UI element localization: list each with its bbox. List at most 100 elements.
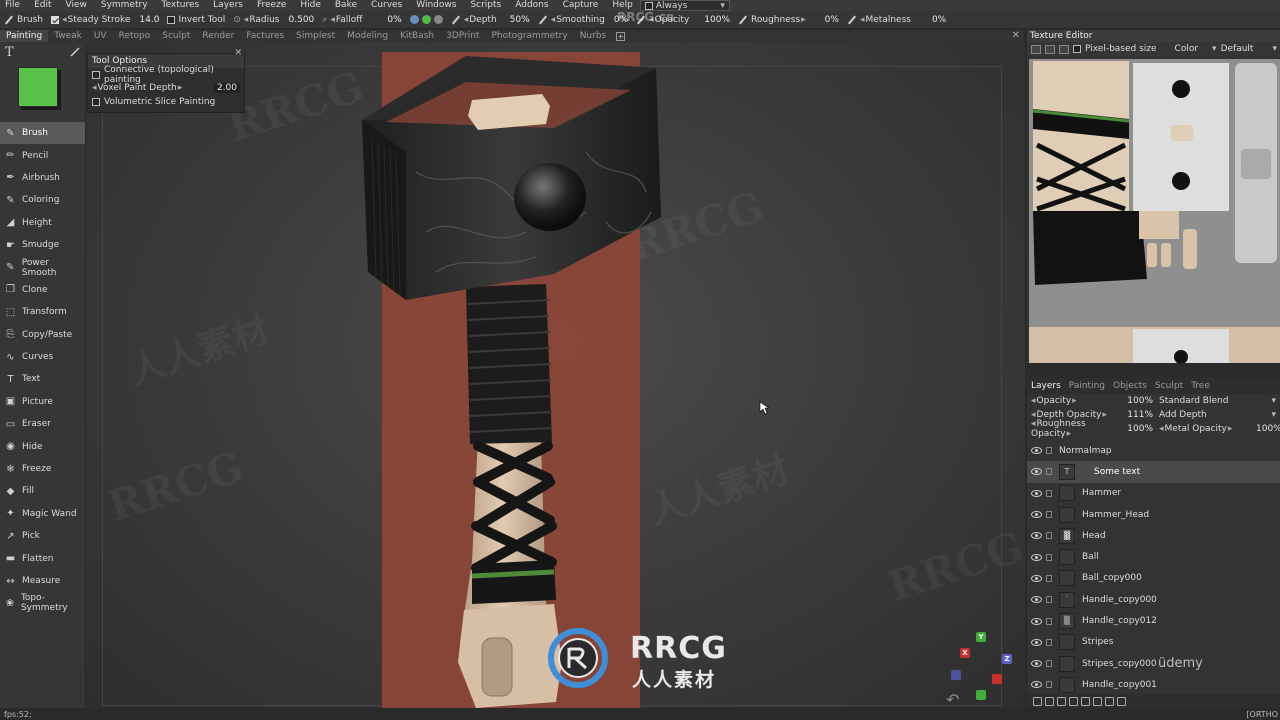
tool-brush[interactable]: ✎ Brush [0,122,85,145]
tab-3dprint[interactable]: 3DPrint [440,30,485,42]
roughness-opacity-value[interactable]: 100% [1127,424,1153,434]
eye-icon[interactable] [1031,638,1042,646]
voxel-paint-depth-option[interactable]: Voxel Paint Depth 2.00 [88,82,244,96]
close-icon[interactable]: ✕ [1012,30,1020,42]
layers-tab-tree[interactable]: Tree [1187,381,1214,391]
tool-copy-paste[interactable]: ⎘ Copy/Paste [0,324,85,346]
depth-opacity-value[interactable]: 111% [1127,410,1153,420]
menu-hide[interactable]: Hide [293,0,328,11]
menu-scripts[interactable]: Scripts [463,0,508,11]
close-icon[interactable]: ✕ [234,48,242,58]
layers-tab-layers[interactable]: Layers [1027,381,1065,391]
tool-coloring[interactable]: ✎ Coloring [0,189,85,211]
lock-icon[interactable] [1046,681,1052,689]
voxel-depth-value[interactable]: 2.00 [214,83,240,94]
volumetric-checkbox[interactable] [92,97,100,106]
tool-magic-wand[interactable]: ✦ Magic Wand [0,503,85,525]
metalness-value[interactable]: 0% [914,15,946,25]
connective-checkbox[interactable] [92,70,100,79]
tool-fill[interactable]: ◆ Fill [0,480,85,502]
menu-edit[interactable]: Edit [27,0,58,11]
layer-opacity-row[interactable]: Opacity 100% Standard Blend ▾ [1027,394,1280,408]
tab-nurbs[interactable]: Nurbs [574,30,613,42]
tab-modeling[interactable]: Modeling [341,30,394,42]
menu-layers[interactable]: Layers [206,0,250,11]
fit-icon[interactable] [1031,44,1041,54]
eye-icon[interactable] [1031,532,1042,540]
roughness-value[interactable]: 0% [809,15,839,25]
material-balls[interactable] [406,11,447,28]
home-icon[interactable] [1045,44,1055,54]
tool-text[interactable]: T Text [0,368,85,390]
tool-transform[interactable]: ⬚ Transform [0,301,85,323]
gizmo-neg-z[interactable] [951,670,961,680]
uv-texture-canvas[interactable] [1029,59,1280,363]
menu-textures[interactable]: Textures [155,0,207,11]
connective-painting-option[interactable]: Connective (topological) painting [88,65,244,85]
tool-hide[interactable]: ◉ Hide [0,435,85,457]
eye-icon[interactable] [1031,574,1042,582]
layer-row[interactable]: ▓ Head [1027,525,1280,546]
eye-icon[interactable] [1031,489,1042,497]
material-ball-icon[interactable] [409,15,419,24]
depth-value[interactable]: 50% [500,15,530,25]
tool-height[interactable]: ◢ Height [0,212,85,234]
eye-icon[interactable] [1031,596,1042,604]
metalness-control[interactable]: Metalness 0% [843,11,950,28]
eye-icon[interactable] [1031,511,1042,519]
gloss-ball-icon[interactable] [433,15,443,24]
mask-icon[interactable] [1069,696,1078,706]
hammer-model[interactable] [86,42,1025,708]
lock-icon[interactable] [1046,638,1052,646]
eye-icon[interactable] [1031,468,1042,476]
tool-measure[interactable]: ↔ Measure [0,570,85,592]
lock-icon[interactable] [1046,447,1052,455]
metal-opacity-value[interactable]: 100% [1256,424,1280,434]
menu-freeze[interactable]: Freeze [250,0,293,11]
add-folder-icon[interactable] [1057,696,1066,706]
tool-clone[interactable]: ❐ Clone [0,279,85,301]
tab-photogrammetry[interactable]: Photogrammetry [485,30,573,42]
eye-icon[interactable] [1031,660,1042,668]
blend-mode-select[interactable]: Standard Blend [1153,396,1271,406]
eye-icon[interactable] [1031,617,1042,625]
menu-capture[interactable]: Capture [556,0,606,11]
pixel-based-checkbox[interactable] [1073,45,1081,53]
always-checkbox[interactable] [644,1,653,10]
invert-tool-toggle[interactable]: Invert Tool [163,11,229,28]
gizmo-z[interactable]: Z [1002,654,1012,664]
menu-bake[interactable]: Bake [328,0,364,11]
move-up-icon[interactable] [1081,696,1090,706]
lock-icon[interactable]: ⊙ [233,15,241,25]
layer-row[interactable]: Stripes [1027,632,1280,653]
gizmo-neg-y[interactable] [976,690,986,700]
tool-airbrush[interactable]: ✒ Airbrush [0,167,85,189]
tool-curves[interactable]: ∿ Curves [0,346,85,368]
tab-retopo[interactable]: Retopo [113,30,157,42]
lock-icon[interactable] [1046,574,1052,582]
menu-curves[interactable]: Curves [364,0,409,11]
lock-icon[interactable] [1046,511,1052,519]
brush-icon[interactable] [70,47,80,57]
lock-icon[interactable] [1046,617,1052,625]
gizmo-x[interactable]: X [960,648,970,658]
tool-topo-symmetry[interactable]: ❀ Topo-Symmetry [0,592,85,614]
3d-viewport[interactable]: RRCG RRCG RRCG RRCG 人人素材 人人素材 Y X Z ↶ [86,42,1025,708]
eye-icon[interactable] [1031,447,1042,455]
search-icon[interactable] [1033,696,1042,706]
layer-row[interactable]: Stripes_copy000 [1027,653,1280,674]
layers-tab-objects[interactable]: Objects [1109,381,1151,391]
falloff-value[interactable]: 0% [365,15,401,25]
steady-stroke-value[interactable]: 14.0 [133,15,159,25]
opacity-value[interactable]: 100% [692,15,730,25]
tool-eraser[interactable]: ▭ Eraser [0,413,85,435]
roughness-metal-row[interactable]: Roughness Opacity 100% Metal Opacity 100… [1027,419,1280,439]
tool-picture[interactable]: ▣ Picture [0,391,85,413]
eye-icon[interactable] [1031,553,1042,561]
tool-power-smooth[interactable]: ✎ Power Smooth [0,256,85,278]
layer-row[interactable]: Hammer [1027,483,1280,504]
steady-stroke-checkbox[interactable] [50,15,59,24]
lock-icon[interactable] [1046,596,1052,604]
lock-icon[interactable] [1046,553,1052,561]
tab-simplest[interactable]: Simplest [290,30,341,42]
